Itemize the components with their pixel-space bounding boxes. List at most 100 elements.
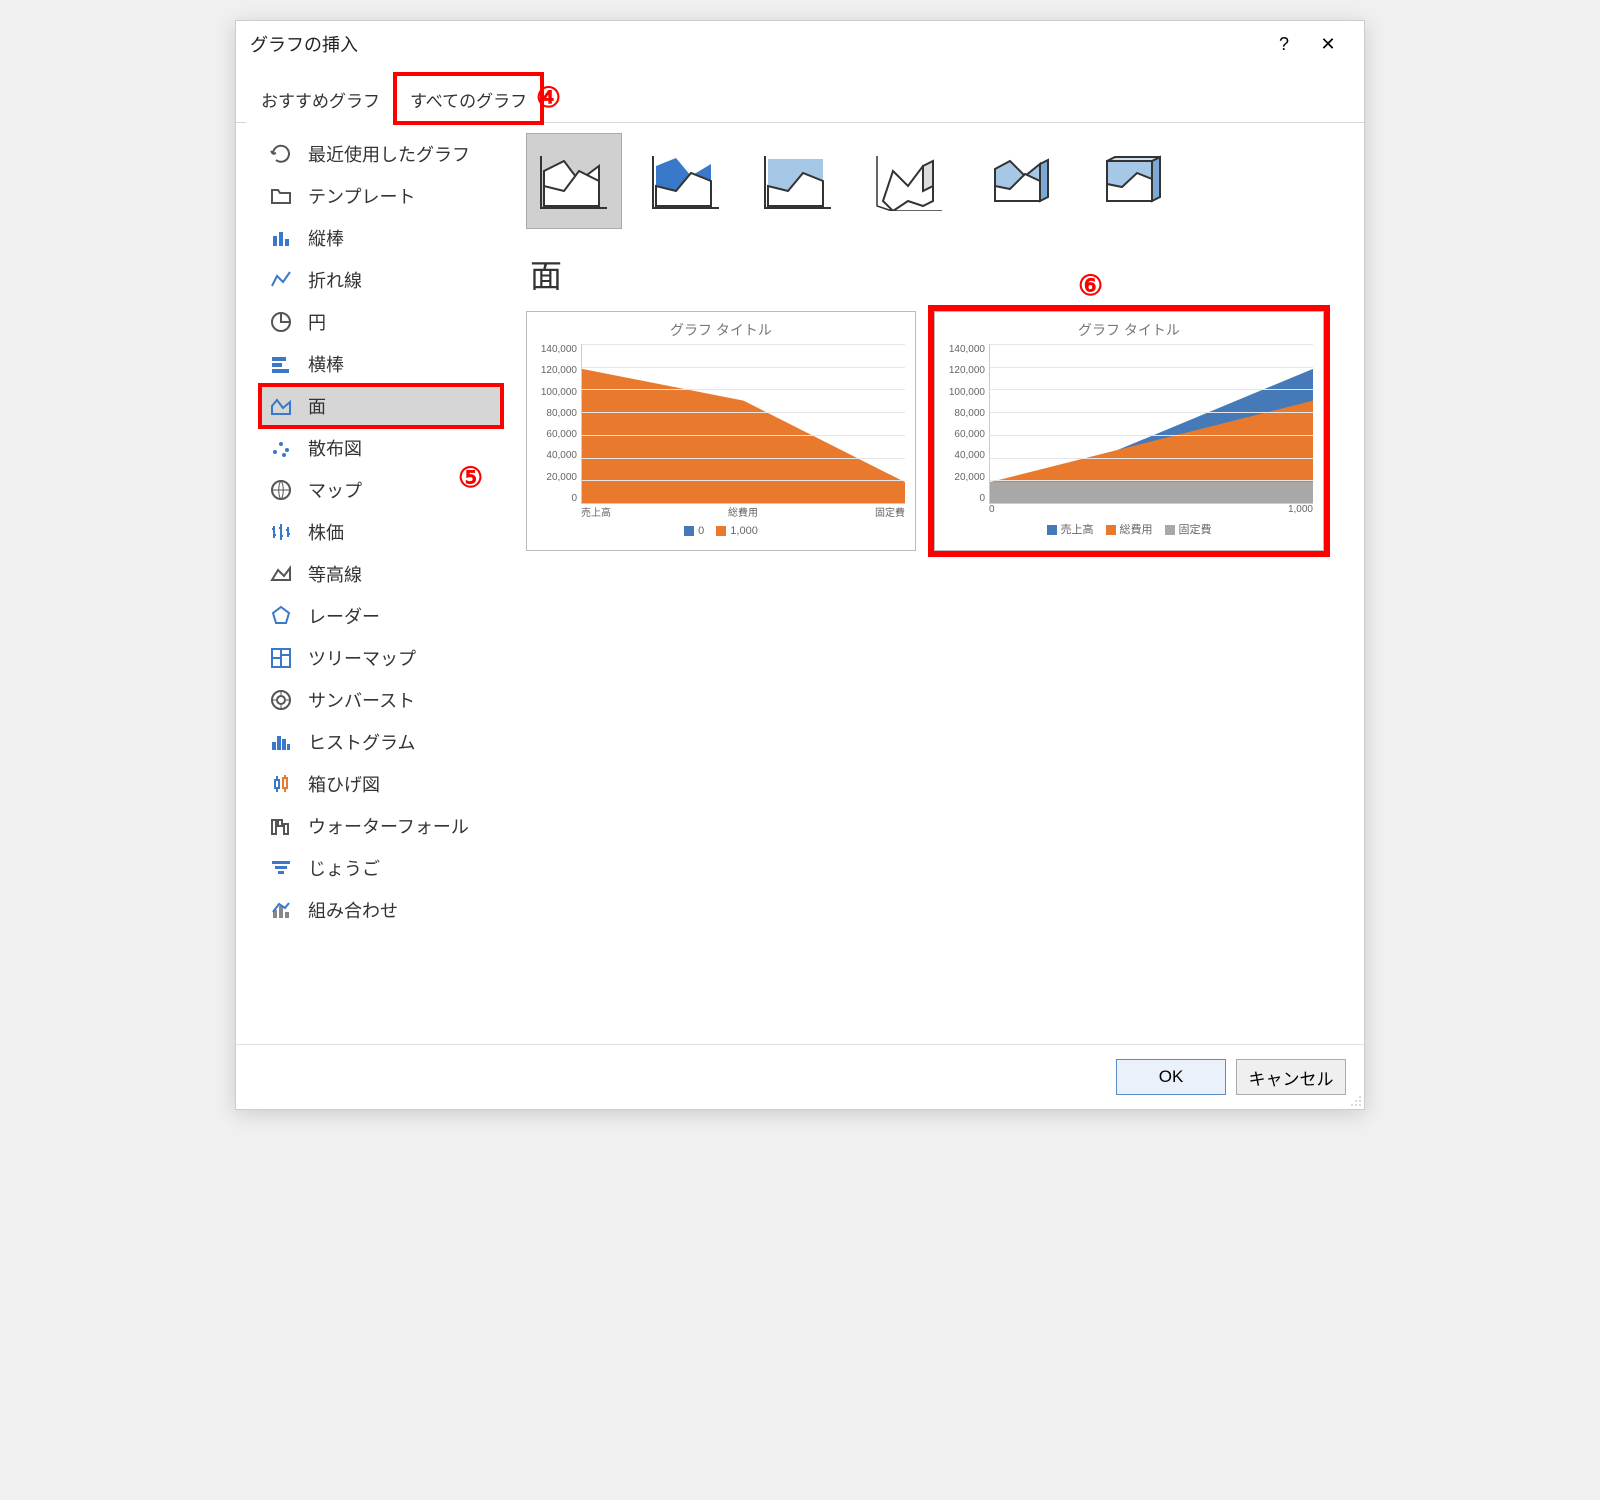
subtype-area-3d-100stacked[interactable] [1086, 133, 1182, 229]
chart-title: グラフ タイトル [945, 320, 1313, 340]
sidebar-item-templates[interactable]: テンプレート [260, 175, 502, 217]
sidebar-item-bar[interactable]: 横棒 [260, 343, 502, 385]
titlebar: グラフの挿入 ? ✕ [236, 21, 1364, 73]
sidebar-item-label: ツリーマップ [308, 645, 416, 671]
annotation-6: ⑥ [1078, 269, 1103, 302]
resize-grip[interactable] [1348, 1093, 1362, 1107]
sidebar-item-label: 最近使用したグラフ [308, 141, 470, 167]
sidebar-item-label: ヒストグラム [308, 729, 415, 755]
area-series [990, 344, 1313, 503]
ok-button[interactable]: OK [1116, 1059, 1226, 1095]
chart-previews: ⑥ グラフ タイトル 140,000 120,000 100,000 80,00… [526, 311, 1344, 551]
chart-content-area: 面 ⑥ グラフ タイトル 140,000 120,000 100,000 80,… [506, 123, 1364, 1044]
legend: 0 1,000 [537, 525, 905, 537]
sidebar-item-line[interactable]: 折れ線 [260, 259, 502, 301]
tab-all-charts[interactable]: すべてのグラフ [395, 74, 542, 123]
legend-swatch [1106, 525, 1116, 535]
sidebar-item-label: 折れ線 [308, 267, 362, 293]
bar-chart-icon [268, 351, 294, 377]
sidebar-item-label: 株価 [308, 519, 344, 545]
sidebar-item-label: サンバースト [308, 687, 415, 713]
histogram-icon [268, 729, 294, 755]
subtype-area-3d[interactable] [862, 133, 958, 229]
sidebar-item-label: レーダー [308, 603, 380, 629]
sidebar-item-label: 縦棒 [308, 225, 344, 251]
sidebar-item-radar[interactable]: レーダー [260, 595, 502, 637]
box-whisker-icon [268, 771, 294, 797]
sidebar-item-recent[interactable]: 最近使用したグラフ [260, 133, 502, 175]
sidebar-item-column[interactable]: 縦棒 [260, 217, 502, 259]
tab-recommended[interactable]: おすすめグラフ [246, 74, 395, 123]
chart-subtype-toolbar [526, 133, 1344, 229]
sidebar-item-label: テンプレート [308, 183, 415, 209]
subtype-area-stacked[interactable] [638, 133, 734, 229]
legend-swatch [716, 526, 726, 536]
subtype-area-3d-stacked[interactable] [974, 133, 1070, 229]
sidebar-item-boxwhisker[interactable]: 箱ひげ図 [260, 763, 502, 805]
sidebar-item-waterfall[interactable]: ウォーターフォール [260, 805, 502, 847]
sidebar-item-label: 等高線 [308, 561, 362, 587]
tab-bar: おすすめグラフ すべてのグラフ ④ [236, 73, 1364, 123]
sidebar-item-treemap[interactable]: ツリーマップ [260, 637, 502, 679]
sidebar-item-label: じょうご [308, 855, 380, 881]
area-series-orange [582, 344, 905, 503]
sidebar-item-label: 円 [308, 309, 326, 335]
combo-chart-icon [268, 897, 294, 923]
legend-swatch [1047, 525, 1057, 535]
chart-title: グラフ タイトル [537, 320, 905, 340]
recent-icon [268, 141, 294, 167]
chart-preview-2[interactable]: グラフ タイトル 140,000 120,000 100,000 80,000 … [934, 311, 1324, 551]
folder-icon [268, 183, 294, 209]
radar-chart-icon [268, 603, 294, 629]
surface-chart-icon [268, 561, 294, 587]
sidebar-item-pie[interactable]: 円 [260, 301, 502, 343]
plot-area [581, 344, 905, 504]
x-axis: 売上高 総費用 固定費 [581, 504, 905, 519]
sidebar-item-combo[interactable]: 組み合わせ [260, 889, 502, 931]
sidebar-item-surface[interactable]: 等高線 [260, 553, 502, 595]
column-chart-icon [268, 225, 294, 251]
sidebar-item-histogram[interactable]: ヒストグラム [260, 721, 502, 763]
chart-category-sidebar: 最近使用したグラフ テンプレート 縦棒 折れ線 円 横棒 [236, 123, 506, 1044]
plot-area [989, 344, 1313, 504]
map-icon [268, 477, 294, 503]
annotation-4: ④ [536, 81, 561, 114]
section-title: 面 [530, 251, 1344, 297]
sidebar-item-label: マップ [308, 477, 362, 503]
sidebar-item-label: 箱ひげ図 [308, 771, 380, 797]
sunburst-icon [268, 687, 294, 713]
funnel-icon [268, 855, 294, 881]
annotation-5: ⑤ [458, 461, 483, 494]
y-axis: 140,000 120,000 100,000 80,000 60,000 40… [945, 344, 989, 504]
insert-chart-dialog: グラフの挿入 ? ✕ おすすめグラフ すべてのグラフ ④ 最近使用したグラフ テ… [235, 20, 1365, 1110]
waterfall-icon [268, 813, 294, 839]
legend-swatch [1165, 525, 1175, 535]
sidebar-item-stock[interactable]: 株価 [260, 511, 502, 553]
dialog-footer: OK キャンセル [236, 1044, 1364, 1109]
line-chart-icon [268, 267, 294, 293]
sidebar-item-area[interactable]: 面 [260, 385, 502, 427]
sidebar-item-funnel[interactable]: じょうご [260, 847, 502, 889]
cancel-button[interactable]: キャンセル [1236, 1059, 1346, 1095]
x-axis: 0 1,000 [989, 504, 1313, 515]
dialog-title: グラフの挿入 [250, 31, 1262, 57]
sidebar-item-sunburst[interactable]: サンバースト [260, 679, 502, 721]
stock-chart-icon [268, 519, 294, 545]
sidebar-item-label: 横棒 [308, 351, 344, 377]
legend: 売上高 総費用 固定費 [945, 521, 1313, 537]
y-axis: 140,000 120,000 100,000 80,000 60,000 40… [537, 344, 581, 504]
pie-chart-icon [268, 309, 294, 335]
dialog-body: 最近使用したグラフ テンプレート 縦棒 折れ線 円 横棒 [236, 123, 1364, 1044]
help-button[interactable]: ? [1262, 29, 1306, 59]
legend-swatch [684, 526, 694, 536]
subtype-area-100stacked[interactable] [750, 133, 846, 229]
sidebar-item-label: ウォーターフォール [308, 813, 469, 839]
treemap-icon [268, 645, 294, 671]
sidebar-item-label: 面 [308, 393, 326, 419]
close-button[interactable]: ✕ [1306, 29, 1350, 59]
sidebar-item-label: 散布図 [308, 435, 362, 461]
chart-preview-1[interactable]: グラフ タイトル 140,000 120,000 100,000 80,000 … [526, 311, 916, 551]
sidebar-item-label: 組み合わせ [308, 897, 398, 923]
subtype-area-2d[interactable] [526, 133, 622, 229]
area-chart-icon [268, 393, 294, 419]
